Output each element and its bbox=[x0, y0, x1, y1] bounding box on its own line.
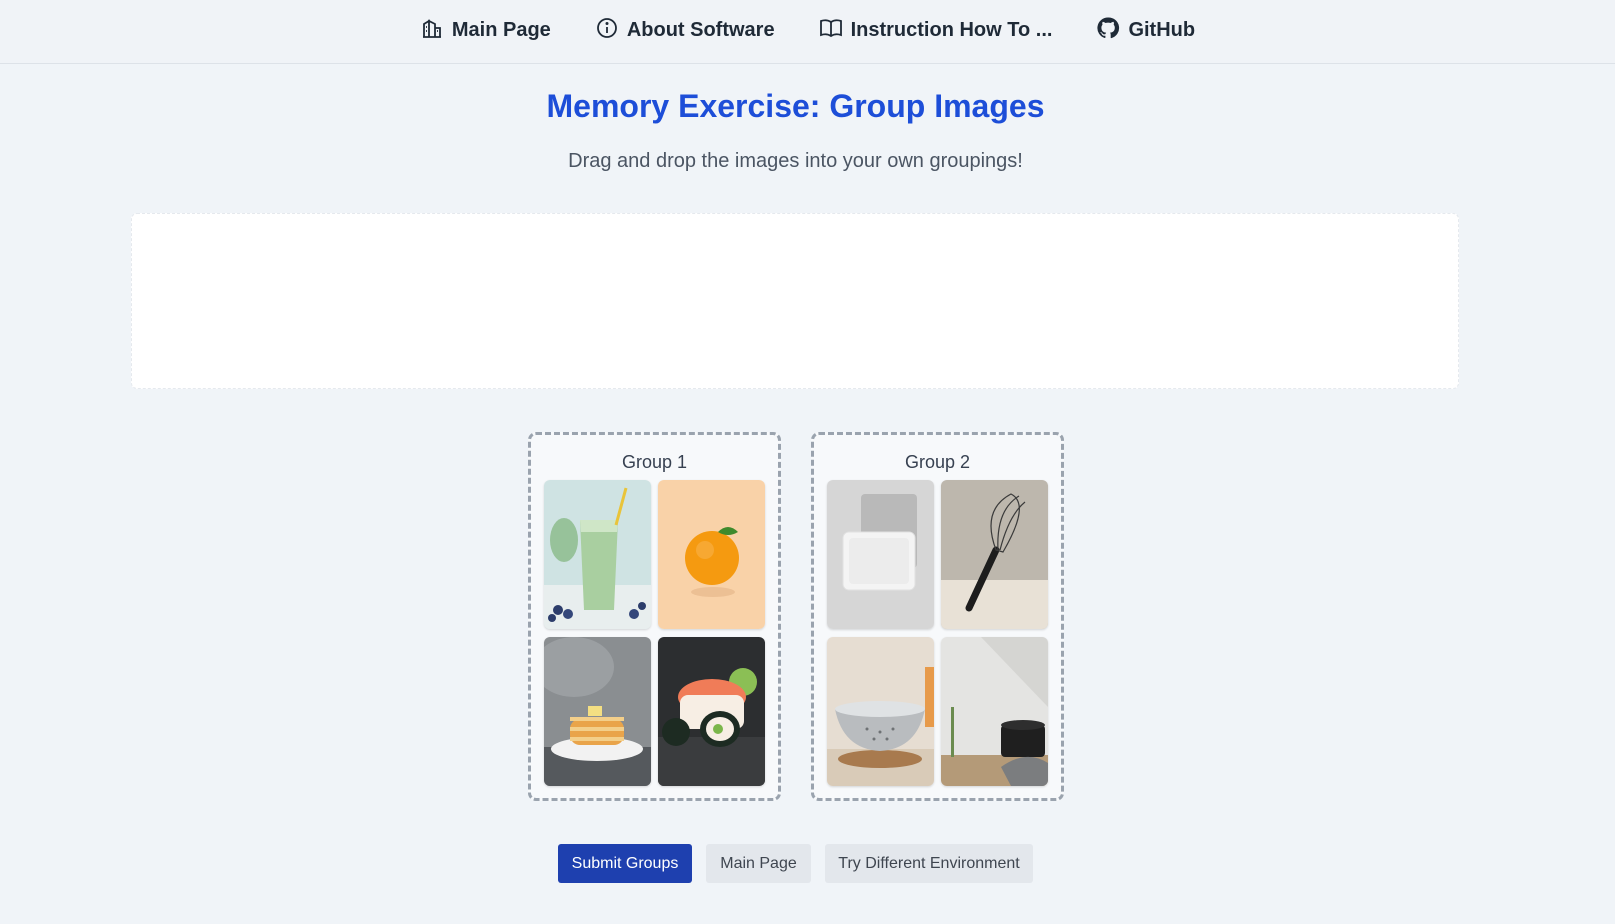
building-icon bbox=[420, 16, 444, 46]
nav-instruction[interactable]: Instruction How To ... bbox=[819, 16, 1053, 46]
submit-groups-button[interactable]: Submit Groups bbox=[558, 844, 692, 883]
page-title: Memory Exercise: Group Images bbox=[546, 88, 1045, 124]
main-page-button[interactable]: Main Page bbox=[706, 844, 811, 883]
github-icon bbox=[1096, 16, 1120, 46]
nav-main-page[interactable]: Main Page bbox=[420, 16, 551, 46]
group-1-dropzone[interactable]: Group 1 bbox=[528, 432, 781, 801]
page-subtitle: Drag and drop the images into your own g… bbox=[568, 150, 1023, 172]
nav-github[interactable]: GitHub bbox=[1096, 16, 1195, 46]
try-different-environment-button[interactable]: Try Different Environment bbox=[825, 844, 1033, 883]
info-icon bbox=[595, 16, 619, 46]
image-green-smoothie[interactable] bbox=[544, 480, 651, 629]
nav-instruction-label: Instruction How To ... bbox=[850, 19, 1053, 41]
image-whisk[interactable] bbox=[941, 480, 1048, 629]
image-white-dish[interactable] bbox=[827, 480, 934, 629]
top-navigation: Main Page About Software Instruction How… bbox=[0, 0, 1615, 64]
nav-about-software[interactable]: About Software bbox=[595, 16, 775, 46]
group-2-dropzone[interactable]: Group 2 bbox=[811, 432, 1064, 801]
nav-about-label: About Software bbox=[626, 19, 775, 41]
group-1-title: Group 1 bbox=[621, 452, 688, 472]
image-orange[interactable] bbox=[658, 480, 765, 629]
nav-github-label: GitHub bbox=[1128, 19, 1196, 41]
image-pot[interactable] bbox=[941, 637, 1048, 786]
image-pool-dropzone[interactable] bbox=[131, 213, 1459, 389]
image-sushi-roll[interactable] bbox=[658, 637, 765, 786]
image-colander[interactable] bbox=[827, 637, 934, 786]
book-icon bbox=[819, 16, 843, 46]
nav-main-page-label: Main Page bbox=[451, 19, 551, 41]
image-pancakes[interactable] bbox=[544, 637, 651, 786]
group-2-title: Group 2 bbox=[904, 452, 971, 472]
